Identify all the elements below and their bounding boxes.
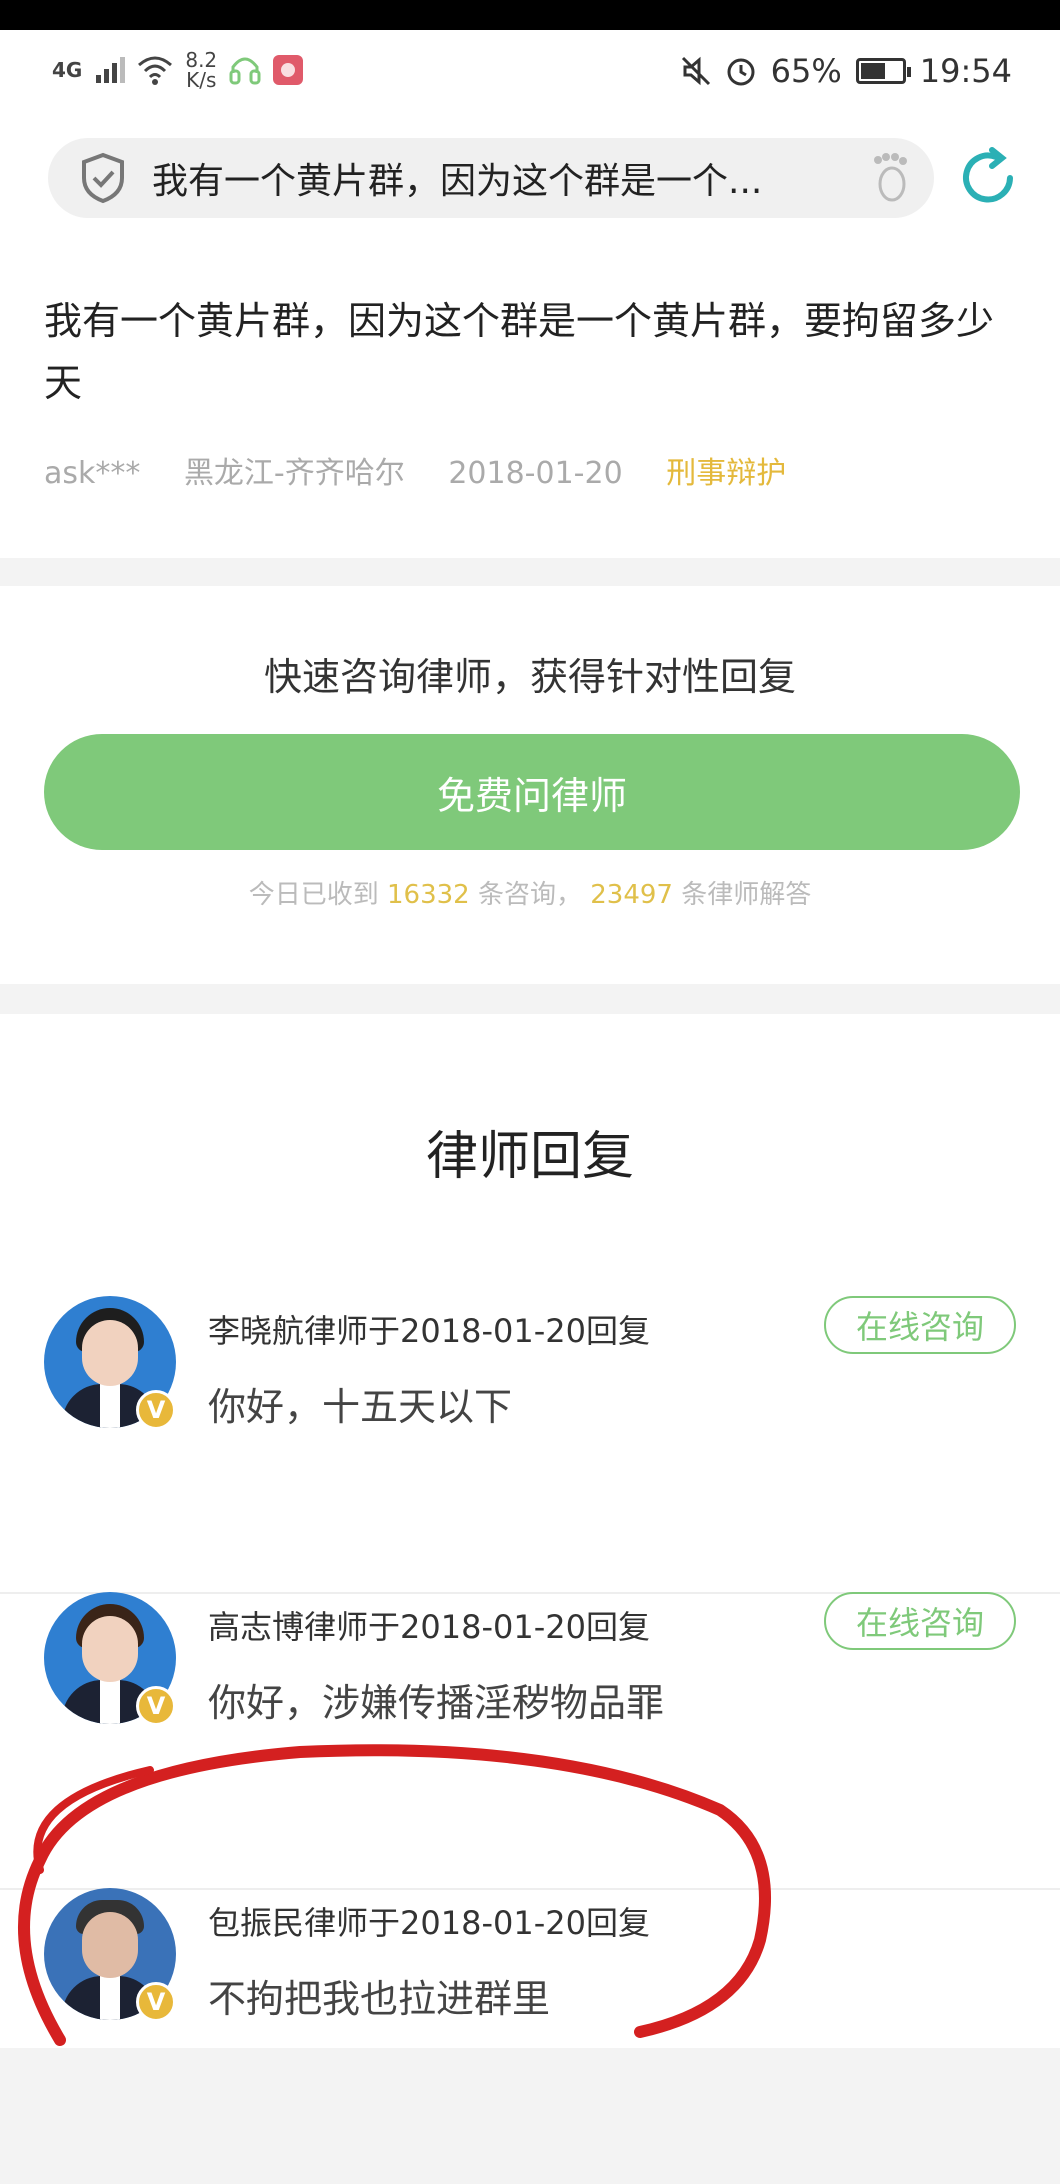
top-black-bar — [0, 0, 1060, 30]
reply-item: V 包振民律师于2018-01-20回复 不拘把我也拉进群里 — [0, 1888, 1060, 2184]
speed-value: 8.2 — [185, 48, 218, 72]
clock-time: 19:54 — [919, 52, 1012, 90]
reply-header: 高志博律师于2018-01-20回复 — [208, 1608, 650, 1646]
ask-lawyer-button[interactable]: 免费问律师 — [44, 734, 1020, 850]
reply-item: V 李晓航律师于2018-01-20回复 你好，十五天以下 在线咨询 — [0, 1296, 1060, 1594]
reply-body: 你好，十五天以下 — [208, 1385, 513, 1429]
battery-icon — [855, 58, 911, 84]
question-title: 我有一个黄片群，因为这个群是一个黄片群，要拘留多少天 — [44, 299, 995, 405]
shield-icon — [82, 152, 124, 204]
stats-prefix: 今日已收到 — [248, 880, 379, 910]
reply-header: 李晓航律师于2018-01-20回复 — [208, 1312, 650, 1350]
consult-card: 快速咨询律师，获得针对性回复 免费问律师 今日已收到 16332 条咨询， 23… — [0, 586, 1060, 984]
question-category[interactable]: 刑事辩护 — [666, 456, 786, 491]
status-left: 4G 8.2 K/s — [52, 50, 304, 90]
headset-icon — [229, 57, 261, 85]
search-box[interactable]: 我有一个黄片群，因为这个群是一个... — [48, 138, 934, 218]
online-consult-button[interactable]: 在线咨询 — [824, 1592, 1016, 1650]
consult-stats: 今日已收到 16332 条咨询， 23497 条律师解答 — [0, 874, 1060, 911]
consult-hint: 快速咨询律师，获得针对性回复 — [263, 655, 796, 699]
question-date: 2018-01-20 — [448, 456, 623, 491]
answer-count: 23497 — [590, 880, 673, 910]
alarm-icon — [727, 58, 755, 86]
refresh-icon[interactable] — [956, 146, 1020, 210]
network-type: 4G — [52, 58, 83, 82]
verified-icon: V — [136, 1686, 176, 1726]
reply-header: 包振民律师于2018-01-20回复 — [208, 1904, 650, 1942]
reply-body: 你好，涉嫌传播淫秽物品罪 — [208, 1681, 665, 1725]
verified-icon: V — [136, 1982, 176, 2022]
search-query: 我有一个黄片群，因为这个群是一个... — [152, 161, 763, 202]
wifi-icon — [138, 56, 173, 85]
speed-unit: K/s — [186, 68, 217, 92]
network-speed: 8.2 K/s — [185, 50, 217, 90]
footprint-icon[interactable] — [868, 152, 912, 204]
huawei-app-icon — [273, 55, 304, 85]
battery-percent: 65% — [770, 52, 842, 90]
stats-suffix: 条律师解答 — [681, 880, 812, 910]
mute-icon — [681, 56, 710, 86]
status-bar: 4G 8.2 K/s 65% 19:54 — [0, 30, 1060, 140]
status-right: 65% 19:54 — [681, 52, 1012, 90]
online-consult-button[interactable]: 在线咨询 — [824, 1296, 1016, 1354]
reply-item: V 高志博律师于2018-01-20回复 你好，涉嫌传播淫秽物品罪 在线咨询 — [0, 1592, 1060, 1890]
question-location: 黑龙江-齐齐哈尔 — [183, 456, 405, 491]
replies-title: 律师回复 — [425, 1127, 634, 1187]
search-row: 我有一个黄片群，因为这个群是一个... — [0, 130, 1060, 240]
replies-section: 律师回复 V 李晓航律师于2018-01-20回复 你好，十五天以下 在线咨询 … — [0, 1014, 1060, 2048]
question-user: ask*** — [44, 456, 141, 491]
stats-mid: 条咨询， — [477, 880, 582, 910]
verified-icon: V — [136, 1390, 176, 1430]
signal-icon — [96, 57, 126, 83]
question-meta: ask*** 黑龙江-齐齐哈尔 2018-01-20 刑事辩护 — [44, 448, 820, 492]
question-card: 我有一个黄片群，因为这个群是一个黄片群，要拘留多少天 ask*** 黑龙江-齐齐… — [0, 240, 1060, 558]
reply-body: 不拘把我也拉进群里 — [208, 1977, 551, 2021]
consult-count: 16332 — [387, 880, 470, 910]
